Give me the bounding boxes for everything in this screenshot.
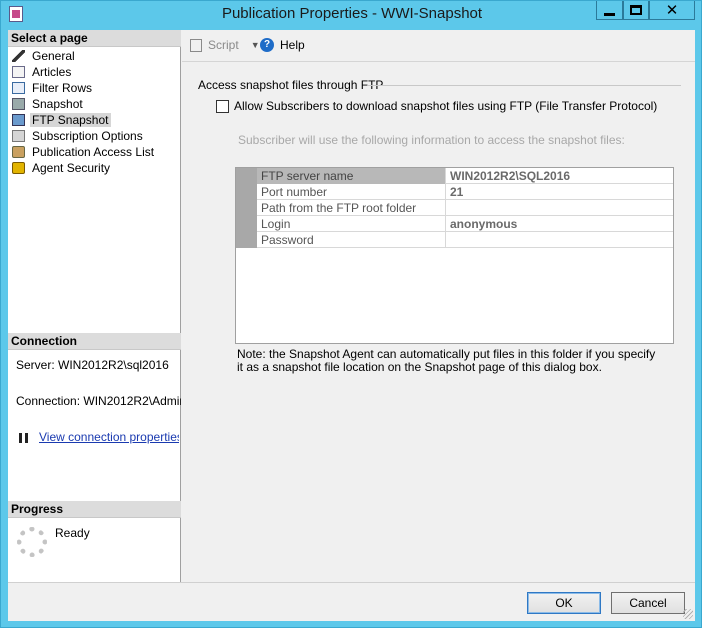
minimize-button[interactable]: [596, 1, 623, 20]
help-button[interactable]: ? Help: [260, 38, 305, 52]
page-item-agent-security[interactable]: Agent Security: [8, 160, 181, 176]
page-item-ftp-snapshot[interactable]: FTP Snapshot: [8, 112, 181, 128]
info-text: Subscriber will use the following inform…: [238, 133, 625, 147]
connection-text: Connection: WIN2012R2\Administrator: [16, 394, 181, 408]
script-button[interactable]: Script ▼: [190, 38, 260, 52]
dialog-client: Select a page General Articles Filter Ro…: [8, 30, 695, 621]
page-item-subscription-options[interactable]: Subscription Options: [8, 128, 181, 144]
grid-row-header: [236, 168, 257, 248]
grid-row-ftp-server-name[interactable]: FTP server name WIN2012R2\SQL2016: [257, 168, 673, 184]
grid-key: FTP server name: [257, 168, 446, 184]
wrench-icon: [12, 50, 25, 62]
page-item-label: FTP Snapshot: [30, 113, 111, 127]
grid-key: Port number: [257, 184, 446, 200]
grid-key: Password: [257, 232, 446, 248]
page-item-general[interactable]: General: [8, 48, 181, 64]
subscription-icon: [12, 130, 25, 142]
grid-value[interactable]: [447, 200, 673, 216]
page-item-label: Articles: [32, 65, 72, 79]
grid-key: Login: [257, 216, 446, 232]
articles-icon: [12, 66, 25, 78]
maximize-button[interactable]: [623, 1, 649, 20]
maximize-icon: [630, 5, 642, 15]
page-item-publication-access-list[interactable]: Publication Access List: [8, 144, 181, 160]
allow-ftp-checkbox[interactable]: [216, 100, 229, 113]
progress-status: Ready: [55, 526, 90, 540]
page-item-snapshot[interactable]: Snapshot: [8, 96, 181, 112]
progress-spinner-icon: [17, 527, 47, 557]
script-label: Script: [208, 38, 239, 52]
page-item-label: Subscription Options: [32, 129, 143, 143]
group-title: Access snapshot files through FTP: [198, 78, 384, 92]
page-item-articles[interactable]: Articles: [8, 64, 181, 80]
title-bar[interactable]: Publication Properties - WWI-Snapshot ✕: [1, 1, 702, 29]
close-icon: ✕: [665, 0, 679, 19]
page-item-label: Publication Access List: [32, 145, 155, 159]
grid-row-port-number[interactable]: Port number 21: [257, 184, 673, 200]
left-pane: Select a page General Articles Filter Ro…: [8, 30, 181, 582]
grid-row-ftp-root-path[interactable]: Path from the FTP root folder: [257, 200, 673, 216]
connection-header: Connection: [8, 333, 181, 350]
dialog-window: Publication Properties - WWI-Snapshot ✕ …: [0, 0, 702, 628]
button-bar: OK Cancel: [8, 582, 695, 621]
resize-grip-icon[interactable]: [683, 609, 693, 619]
help-icon: ?: [260, 38, 274, 52]
grid-key: Path from the FTP root folder: [257, 200, 446, 216]
cancel-button[interactable]: Cancel: [611, 592, 685, 614]
note-text: Note: the Snapshot Agent can automatical…: [237, 347, 656, 374]
page-item-label: Filter Rows: [32, 81, 93, 95]
ftp-property-grid: FTP server name WIN2012R2\SQL2016 Port n…: [235, 167, 674, 344]
dropdown-arrow-icon[interactable]: ▼: [251, 40, 260, 50]
select-page-header: Select a page: [8, 30, 181, 47]
grid-row-password[interactable]: Password: [257, 232, 673, 248]
snapshot-icon: [12, 98, 25, 110]
grid-value[interactable]: anonymous: [447, 216, 673, 232]
ftp-icon: [12, 114, 25, 126]
grid-row-login[interactable]: Login anonymous: [257, 216, 673, 232]
close-button[interactable]: ✕: [649, 1, 695, 20]
progress-header: Progress: [8, 501, 181, 518]
script-icon: [190, 38, 202, 52]
server-text: Server: WIN2012R2\sql2016: [16, 358, 169, 372]
page-item-label: Snapshot: [32, 97, 83, 111]
page-item-label: General: [32, 49, 75, 63]
allow-ftp-checkbox-label[interactable]: Allow Subscribers to download snapshot f…: [234, 99, 657, 113]
lock-icon: [12, 162, 25, 174]
minimize-icon: [604, 12, 615, 16]
grid-value[interactable]: 21: [447, 184, 673, 200]
access-list-icon: [12, 146, 25, 158]
group-divider: [368, 85, 681, 86]
toolbar: Script ▼ ? Help: [182, 30, 695, 62]
page-list: General Articles Filter Rows Snapshot FT…: [8, 48, 181, 176]
page-item-filter-rows[interactable]: Filter Rows: [8, 80, 181, 96]
connection-plug-icon: [16, 433, 32, 445]
grid-value[interactable]: [447, 232, 673, 248]
ok-button[interactable]: OK: [527, 592, 601, 614]
view-connection-properties-link[interactable]: View connection properties: [39, 430, 179, 444]
grid-value[interactable]: WIN2012R2\SQL2016: [447, 168, 673, 184]
help-label: Help: [280, 38, 305, 52]
page-item-label: Agent Security: [32, 161, 111, 175]
right-pane: Script ▼ ? Help Access snapshot files th…: [182, 30, 695, 582]
filter-icon: [12, 82, 25, 94]
